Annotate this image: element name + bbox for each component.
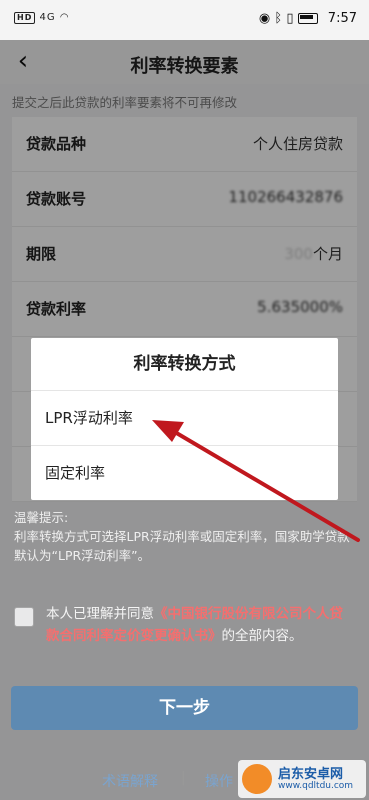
tips-body: 利率转换方式可选择LPR浮动利率或固定利率，国家助学贷款默认为“LPR浮动利率”…	[14, 529, 350, 563]
watermark-name: 启东安卓网	[278, 767, 344, 782]
dialog-title: 利率转换方式	[31, 338, 338, 391]
status-right: ◉ ᛒ ▯ 7:57	[259, 11, 357, 26]
vibrate-icon: ▯	[286, 11, 294, 26]
hd-badge: HD	[14, 12, 36, 24]
bluetooth-icon: ᛒ	[274, 11, 283, 26]
option-fixed-rate[interactable]: 固定利率	[31, 446, 338, 500]
watermark-logo-icon	[242, 764, 272, 794]
status-time: 7:57	[327, 11, 357, 26]
agree-checkbox[interactable]	[14, 607, 34, 627]
terms-link[interactable]: 术语解释	[102, 771, 158, 791]
tips-block: 温馨提示: 利率转换方式可选择LPR浮动利率或固定利率，国家助学贷款默认为“LP…	[14, 508, 359, 565]
option-lpr-floating[interactable]: LPR浮动利率	[31, 391, 338, 446]
watermark: 启东安卓网 www.qdltdu.com	[238, 760, 366, 798]
agree-text: 本人已理解并同意《中国银行股份有限公司个人贷款合同利率定价变更确认书》的全部内容…	[46, 603, 346, 647]
rate-conversion-dialog: 利率转换方式 LPR浮动利率 固定利率	[31, 338, 338, 500]
eye-icon: ◉	[258, 11, 271, 26]
status-bar: HD 4G ◠ ◉ ᛒ ▯ 7:57	[0, 0, 369, 40]
wifi-icon: ◠	[59, 12, 70, 23]
watermark-url: www.qdltdu.com	[278, 781, 354, 791]
tips-title: 温馨提示:	[14, 510, 69, 525]
network-indicator: 4G	[39, 12, 56, 23]
next-button[interactable]: 下一步	[11, 686, 358, 730]
battery-icon	[297, 13, 318, 24]
status-left: HD 4G ◠	[14, 12, 70, 24]
agree-prefix: 本人已理解并同意	[46, 606, 154, 622]
footer-separator: |	[181, 770, 186, 786]
agree-suffix: 的全部内容。	[221, 628, 303, 644]
operations-link[interactable]: 操作	[205, 771, 233, 791]
